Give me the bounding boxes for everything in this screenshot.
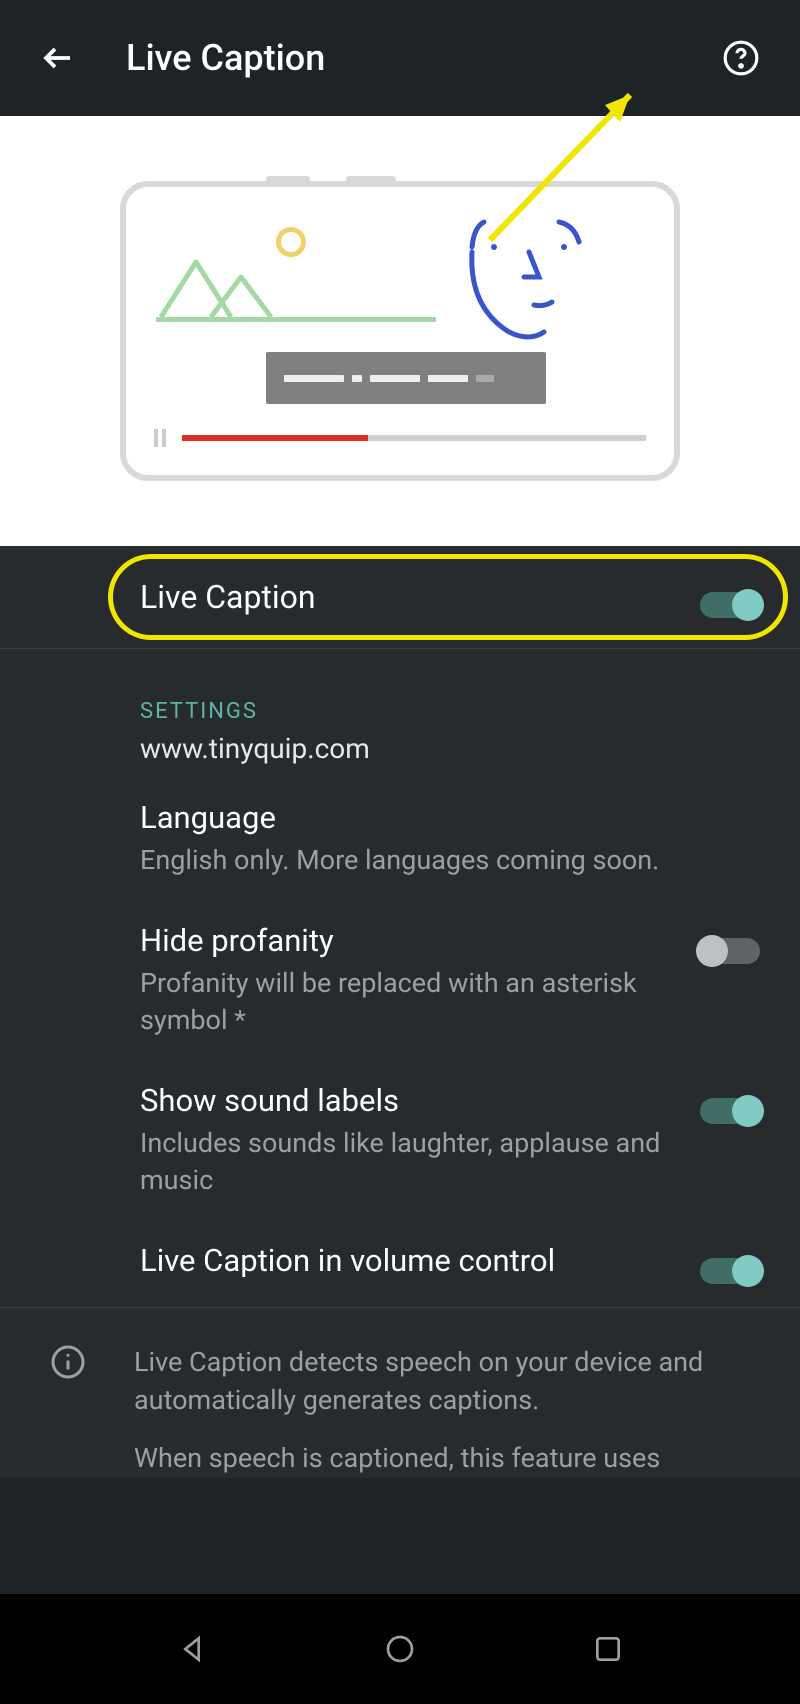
hero-illustration [0,116,800,546]
progress-track [182,435,646,441]
info-text: Live Caption detects speech on your devi… [134,1344,760,1477]
live-caption-master-label: Live Caption [140,578,700,616]
setting-toggle[interactable] [700,1258,760,1284]
setting-row[interactable]: Show sound labels Includes sounds like la… [0,1060,800,1220]
info-line-1: Live Caption detects speech on your devi… [134,1344,760,1420]
nav-home-icon[interactable] [384,1633,416,1665]
settings-section-label: SETTINGS [0,649,800,732]
pause-icon [154,429,166,447]
nav-recent-icon[interactable] [592,1633,624,1665]
setting-subtitle: Profanity will be replaced with an aster… [140,965,676,1038]
setting-toggle[interactable] [700,1098,760,1124]
info-icon [50,1344,86,1380]
app-bar: Live Caption [0,0,800,116]
setting-subtitle: Includes sounds like laughter, applause … [140,1125,676,1198]
setting-row[interactable]: Language English only. More languages com… [0,777,800,900]
back-icon[interactable] [40,40,76,76]
help-icon[interactable] [722,39,760,77]
nav-back-icon[interactable] [176,1633,208,1665]
setting-subtitle: English only. More languages coming soon… [140,842,760,878]
live-caption-master-toggle[interactable] [700,592,760,618]
caption-illustration [266,352,546,404]
setting-toggle[interactable] [700,938,760,964]
setting-title: Live Caption in volume control [140,1242,676,1279]
info-line-2: When speech is captioned, this feature u… [134,1440,760,1478]
system-navbar [0,1594,800,1704]
live-caption-master-toggle-row[interactable]: Live Caption [0,546,800,649]
watermark-text: www.tinyquip.com [0,732,800,777]
setting-title: Language [140,799,760,836]
page-title: Live Caption [126,37,672,79]
phone-frame-illustration [120,181,680,481]
setting-row[interactable]: Hide profanity Profanity will be replaced… [0,900,800,1060]
setting-title: Hide profanity [140,922,676,959]
setting-title: Show sound labels [140,1082,676,1119]
settings-panel: Live Caption SETTINGS www.tinyquip.com L… [0,546,800,1478]
setting-row[interactable]: Live Caption in volume control [0,1220,800,1307]
info-section: Live Caption detects speech on your devi… [0,1307,800,1477]
